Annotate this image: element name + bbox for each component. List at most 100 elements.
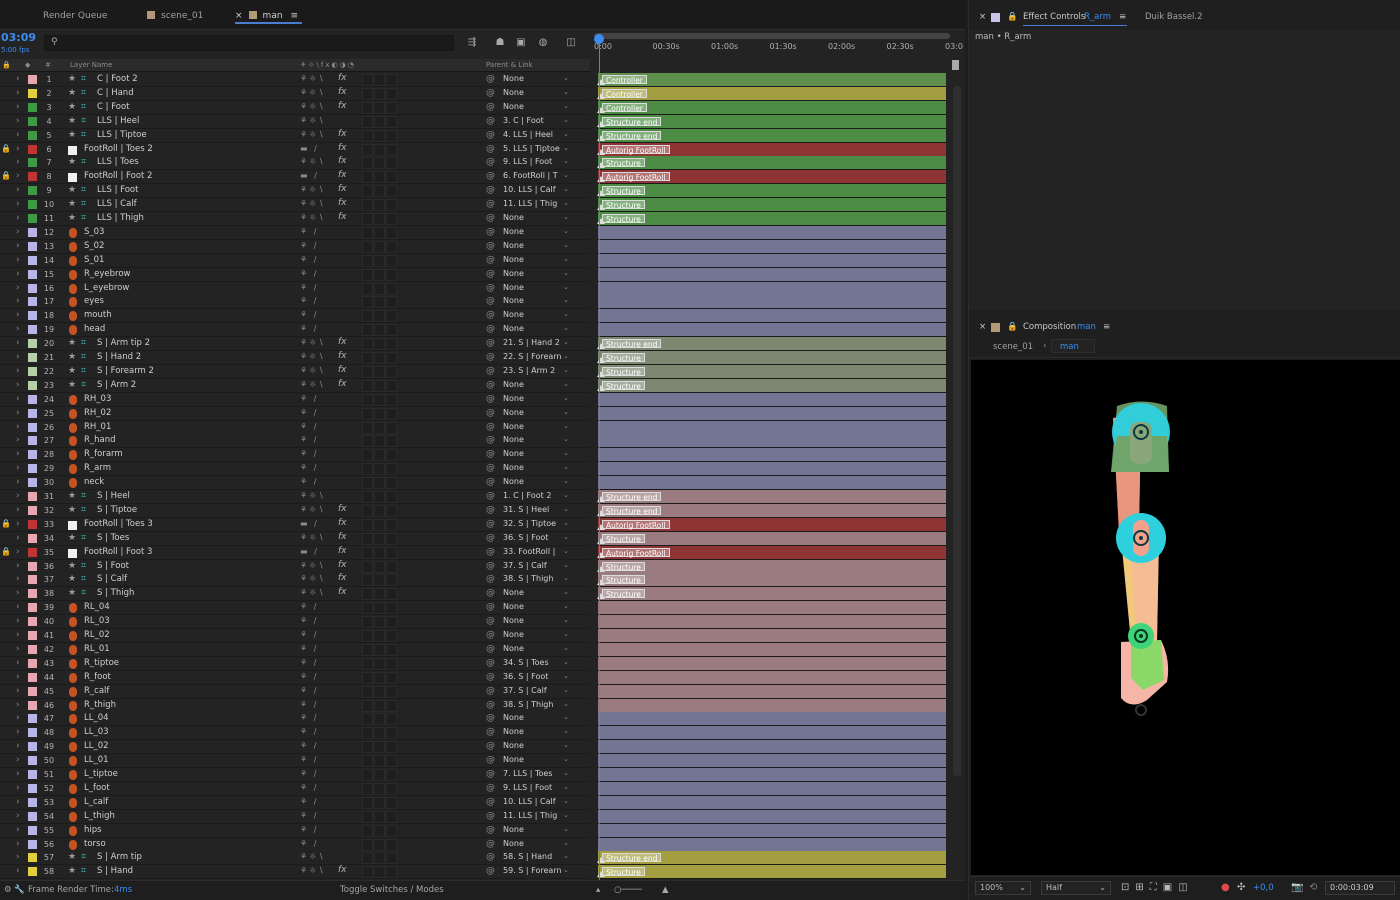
layer-switches[interactable]: ⚘☼∖: [300, 574, 325, 583]
pickwhip-icon[interactable]: @: [486, 519, 495, 529]
fx-icon[interactable]: fx: [338, 504, 347, 514]
label-color-swatch[interactable]: [28, 784, 37, 793]
label-color-swatch[interactable]: [28, 103, 37, 112]
switch-box[interactable]: [362, 769, 373, 781]
expand-twirl-icon[interactable]: ›: [16, 366, 20, 376]
label-color-swatch[interactable]: [28, 478, 37, 487]
layer-track-bar[interactable]: [598, 393, 946, 407]
snapshot-icon[interactable]: ⟲: [1309, 882, 1317, 893]
fx-icon[interactable]: fx: [338, 129, 347, 139]
label-color-swatch[interactable]: [28, 297, 37, 306]
layer-switches[interactable]: ⚘ ∕: [300, 713, 318, 722]
pickwhip-icon[interactable]: @: [486, 644, 495, 654]
pickwhip-icon[interactable]: @: [486, 783, 495, 793]
switch-box[interactable]: [362, 213, 373, 225]
label-color-swatch[interactable]: [28, 742, 37, 751]
layer-name[interactable]: S | Hand 2: [97, 352, 141, 362]
lock-icon[interactable]: 🔒: [1, 519, 11, 528]
label-color-swatch[interactable]: [28, 117, 37, 126]
layer-marker[interactable]: Structure end: [602, 117, 662, 127]
layer-marker[interactable]: Structure: [602, 867, 645, 877]
layer-track-bar[interactable]: Structure end: [597, 129, 946, 143]
layer-switches[interactable]: ▬ ∕: [300, 171, 319, 180]
layer-marker[interactable]: Autorig FootRoll: [602, 172, 670, 182]
layer-switches[interactable]: ⚘ ∕: [300, 227, 318, 236]
pickwhip-icon[interactable]: @: [486, 533, 495, 543]
switch-box[interactable]: [386, 449, 397, 461]
switch-box[interactable]: [386, 74, 397, 86]
layer-name[interactable]: FootRoll | Foot 2: [84, 171, 152, 181]
switch-box[interactable]: [374, 797, 385, 809]
layer-row[interactable]: › 46 R_thigh ⚘ ∕ @38. S | Thigh ⌄: [0, 699, 590, 713]
layer-switches[interactable]: ⚘☼∖: [300, 213, 325, 222]
layer-name[interactable]: mouth: [84, 310, 112, 320]
layer-switches[interactable]: ⚘ ∕: [300, 616, 318, 625]
switch-box[interactable]: [374, 144, 385, 156]
expand-twirl-icon[interactable]: ›: [16, 449, 20, 459]
switch-box[interactable]: [362, 797, 373, 809]
frame-blending-icon[interactable]: ▣: [515, 37, 527, 49]
layer-track-bar[interactable]: [598, 740, 946, 754]
pickwhip-icon[interactable]: @: [486, 130, 495, 140]
resolution-select[interactable]: Half ⌄: [1041, 881, 1111, 895]
layer-track-bar[interactable]: Structure: [597, 365, 946, 379]
layer-name[interactable]: LL_01: [84, 755, 109, 765]
expand-twirl-icon[interactable]: ›: [16, 88, 20, 98]
layer-switches[interactable]: ⚘☼∖: [300, 74, 325, 83]
layer-row[interactable]: › 37 ★ ⌗ S | Calf ⚘☼∖ fx @38. S | Thigh ⌄: [0, 573, 590, 587]
layer-track-bar[interactable]: Structure: [597, 198, 946, 212]
switch-box[interactable]: [386, 741, 397, 753]
layer-switches[interactable]: ⚘ ∕: [300, 769, 318, 778]
layer-marker[interactable]: Structure: [602, 158, 645, 168]
layer-row[interactable]: › 9 ★ ⌗ LLS | Foot ⚘☼∖ fx @10. LLS | Calf ⌄: [0, 184, 590, 198]
expand-twirl-icon[interactable]: ›: [16, 435, 20, 445]
layer-switches[interactable]: ⚘ ∕: [300, 477, 318, 486]
layer-name[interactable]: R_calf: [84, 686, 109, 696]
fx-icon[interactable]: fx: [338, 73, 347, 83]
layer-marker[interactable]: Structure end: [602, 853, 662, 863]
label-color-swatch[interactable]: [28, 840, 37, 849]
layer-row[interactable]: 🔒 › 33 FootRoll | Toes 3 ▬ ∕ fx @32. S | Tipto…: [0, 518, 590, 532]
layer-marker[interactable]: Structure end: [602, 131, 662, 141]
expand-twirl-icon[interactable]: ›: [16, 519, 20, 529]
switch-box[interactable]: [362, 144, 373, 156]
layer-track-bar[interactable]: [598, 295, 946, 309]
layer-track-bar[interactable]: [598, 824, 946, 838]
pickwhip-icon[interactable]: @: [486, 435, 495, 445]
layer-switches[interactable]: ⚘ ∕: [300, 296, 318, 305]
pickwhip-icon[interactable]: @: [486, 338, 495, 348]
layer-switches[interactable]: ⚘ ∕: [300, 672, 318, 681]
switch-box[interactable]: [374, 630, 385, 642]
layer-switches[interactable]: ⚘ ∕: [300, 658, 318, 667]
label-color-swatch[interactable]: [28, 853, 37, 862]
layer-track-bar[interactable]: [598, 421, 946, 435]
layer-marker[interactable]: Controller: [602, 103, 647, 113]
label-color-swatch[interactable]: [28, 673, 37, 682]
layer-row[interactable]: › 5 ★ ⌗ LLS | Tiptoe ⚘☼∖ fx @4. LLS | Heel ⌄: [0, 129, 590, 143]
layer-row[interactable]: › 56 torso ⚘ ∕ @ None ⌄: [0, 838, 590, 852]
label-color-swatch[interactable]: [28, 464, 37, 473]
label-color-swatch[interactable]: [28, 395, 37, 404]
layer-track-bar[interactable]: [598, 796, 946, 810]
layer-marker[interactable]: Structure: [602, 562, 645, 572]
pickwhip-icon[interactable]: @: [486, 283, 495, 293]
composition-title[interactable]: Composition: [1023, 322, 1076, 332]
timeline-scrollbar[interactable]: [953, 86, 961, 776]
lock-icon[interactable]: 🔒: [1007, 12, 1018, 22]
fx-icon[interactable]: fx: [338, 573, 347, 583]
switch-box[interactable]: [374, 408, 385, 420]
layer-switches[interactable]: ⚘ ∕: [300, 686, 318, 695]
layer-row[interactable]: › 29 R_arm ⚘ ∕ @ None ⌄: [0, 462, 590, 476]
graph-editor-icon[interactable]: ◫: [565, 37, 577, 49]
fx-icon[interactable]: fx: [338, 365, 347, 375]
layer-switches[interactable]: ⚘ ∕: [300, 310, 318, 319]
pickwhip-icon[interactable]: @: [486, 185, 495, 195]
layer-name[interactable]: LLS | Toes: [97, 157, 139, 167]
switch-box[interactable]: [362, 435, 373, 447]
viewer-time[interactable]: 0:00:03:09: [1325, 881, 1395, 895]
layer-name[interactable]: S | Forearm 2: [97, 366, 154, 376]
switch-box[interactable]: [386, 171, 397, 183]
layer-switches[interactable]: ⚘☼∖: [300, 199, 325, 208]
label-color-swatch[interactable]: [28, 589, 37, 598]
label-color-swatch[interactable]: [28, 756, 37, 765]
